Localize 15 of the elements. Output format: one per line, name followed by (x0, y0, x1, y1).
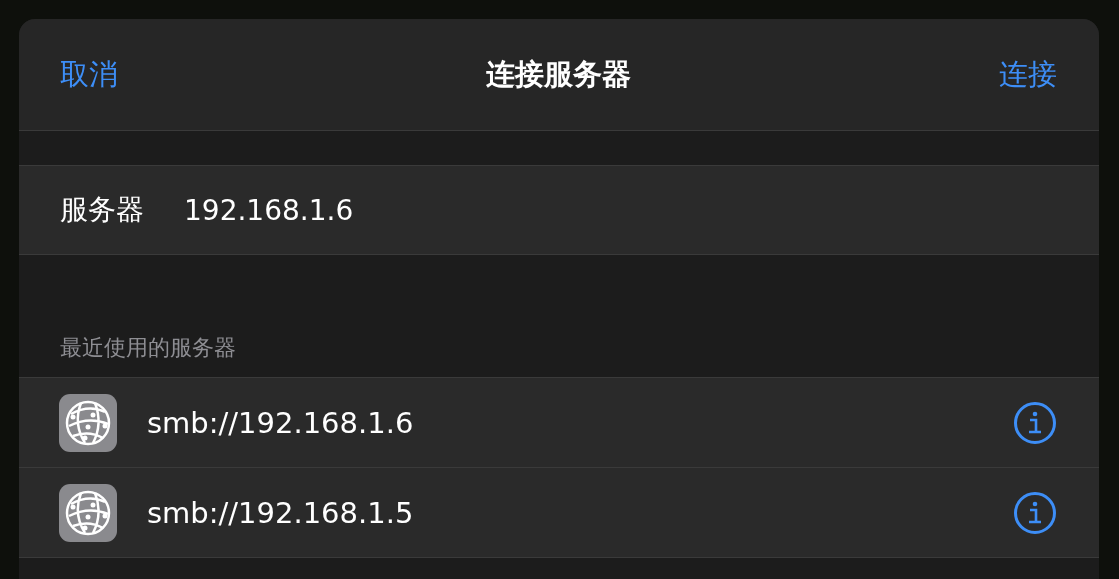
network-globe-icon (59, 483, 117, 542)
network-globe-icon (59, 393, 117, 452)
server-field[interactable]: 服务器 192.168.1.6 (19, 165, 1099, 255)
cancel-button[interactable]: 取消 (60, 54, 118, 95)
server-label: 服务器 (60, 192, 144, 228)
connect-button[interactable]: 连接 (999, 54, 1057, 95)
server-address: smb://192.168.1.6 (147, 405, 415, 440)
sheet-title: 连接服务器 (486, 55, 631, 93)
info-button[interactable] (1013, 490, 1057, 535)
server-input[interactable]: 192.168.1.6 (184, 188, 1099, 232)
info-button[interactable] (1013, 400, 1057, 445)
recent-server-item[interactable]: smb://192.168.1.5 (19, 468, 1099, 558)
recent-server-item[interactable]: smb://192.168.1.6 (19, 378, 1099, 468)
server-address: smb://192.168.1.5 (147, 495, 415, 530)
section-heading: 最近使用的服务器 (59, 334, 237, 362)
